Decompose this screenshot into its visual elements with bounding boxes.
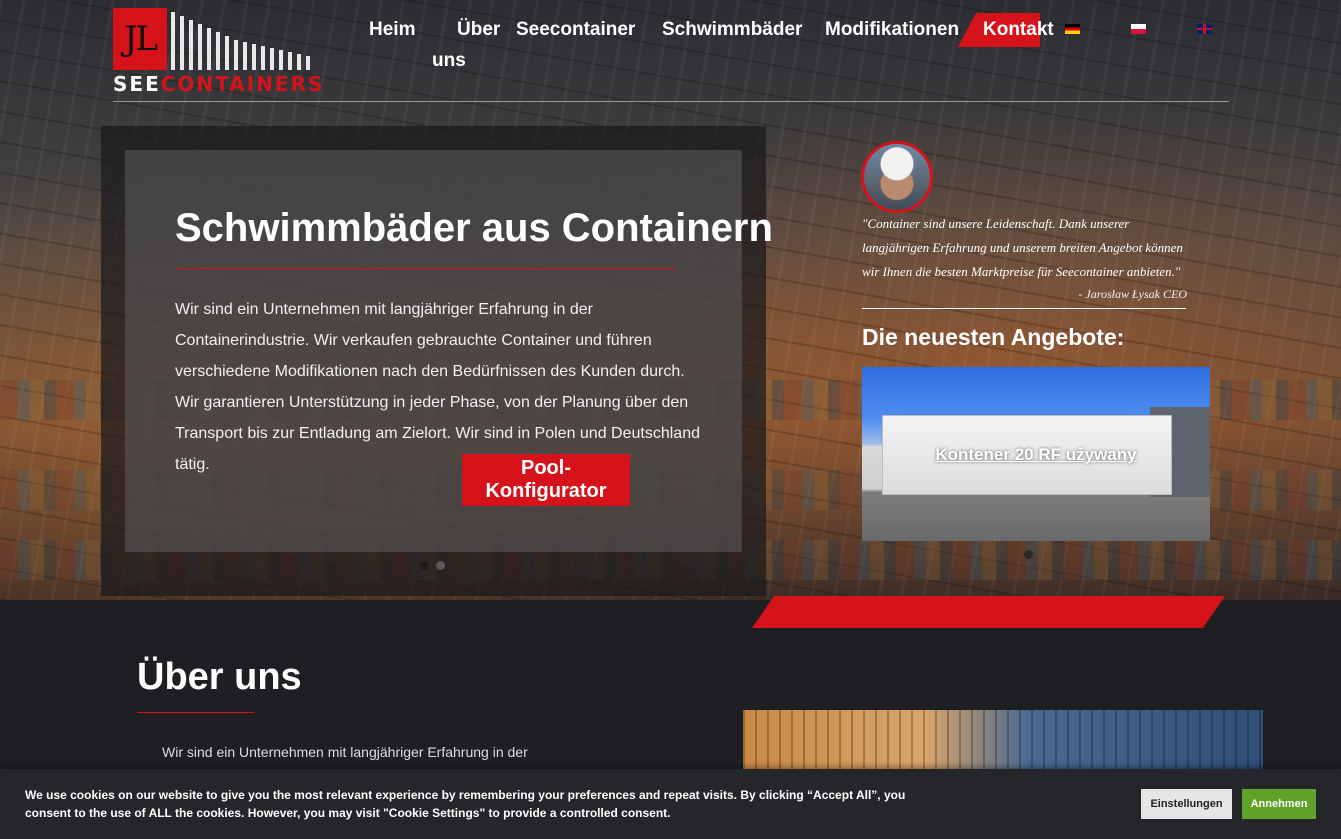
ceo-quote-author: - Jarosław Łysak CEO (1078, 287, 1187, 301)
nav-item-heim[interactable]: Heim (369, 14, 415, 45)
offers-slider-dot[interactable] (1024, 550, 1033, 559)
cookie-accept-button[interactable]: Annehmen (1242, 789, 1316, 819)
ceo-quote: "Container sind unsere Leidenschaft. Dan… (862, 216, 1183, 279)
logo-word-containers: CONTAINERS (160, 72, 325, 96)
logo-monogram: JL (113, 8, 167, 70)
offer-link[interactable]: Kontener 20 RF używany (862, 445, 1210, 465)
quote-divider (862, 308, 1186, 309)
header-divider (113, 101, 1229, 102)
nav-item-schwimmbaeder[interactable]: Schwimmbäder (662, 14, 802, 45)
pool-configurator-button[interactable]: Pool-Konfigurator (462, 454, 630, 506)
cookie-text: We use cookies on our website to give yo… (25, 788, 906, 820)
logo-word-see: SEE (113, 72, 161, 96)
nav-item-ueber-uns[interactable]: Über (457, 14, 500, 45)
site-logo[interactable]: JL SEECONTAINERS (113, 8, 322, 96)
nav-item-modifikationen[interactable]: Modifikationen (825, 14, 959, 45)
flag-en-icon[interactable] (1197, 24, 1212, 34)
about-title-underline (137, 712, 254, 713)
slide-title: Schwimmbäder aus Containern (175, 206, 773, 250)
nav-item-kontakt[interactable]: Kontakt (983, 14, 1054, 45)
decorative-red-band (752, 596, 1225, 628)
offer-card[interactable]: Kontener 20 RF używany (862, 367, 1210, 541)
logo-wordmark: SEECONTAINERS (113, 72, 324, 96)
cookie-consent-bar: We use cookies on our website to give yo… (0, 769, 1341, 839)
flag-de-icon[interactable] (1065, 24, 1080, 34)
flag-pl-icon[interactable] (1131, 24, 1146, 34)
latest-offers-title: Die neuesten Angebote: (862, 324, 1125, 350)
slide-text: Wir sind ein Unternehmen mit langjährige… (175, 301, 700, 473)
about-title: Über uns (137, 656, 302, 698)
ceo-avatar (861, 141, 933, 213)
site-header: JL SEECONTAINERS Heim Über uns Seecontai… (0, 0, 1341, 102)
cookie-settings-button[interactable]: Einstellungen (1141, 789, 1232, 819)
logo-bars-icon (171, 12, 313, 70)
slider-dot[interactable] (420, 561, 429, 570)
slider-dots (420, 561, 445, 570)
slide-title-underline (175, 268, 677, 269)
nav-item-seecontainer[interactable]: Seecontainer (516, 14, 635, 45)
nav-item-ueber-uns-line2[interactable]: uns (432, 45, 466, 76)
slider-dot[interactable] (436, 561, 445, 570)
